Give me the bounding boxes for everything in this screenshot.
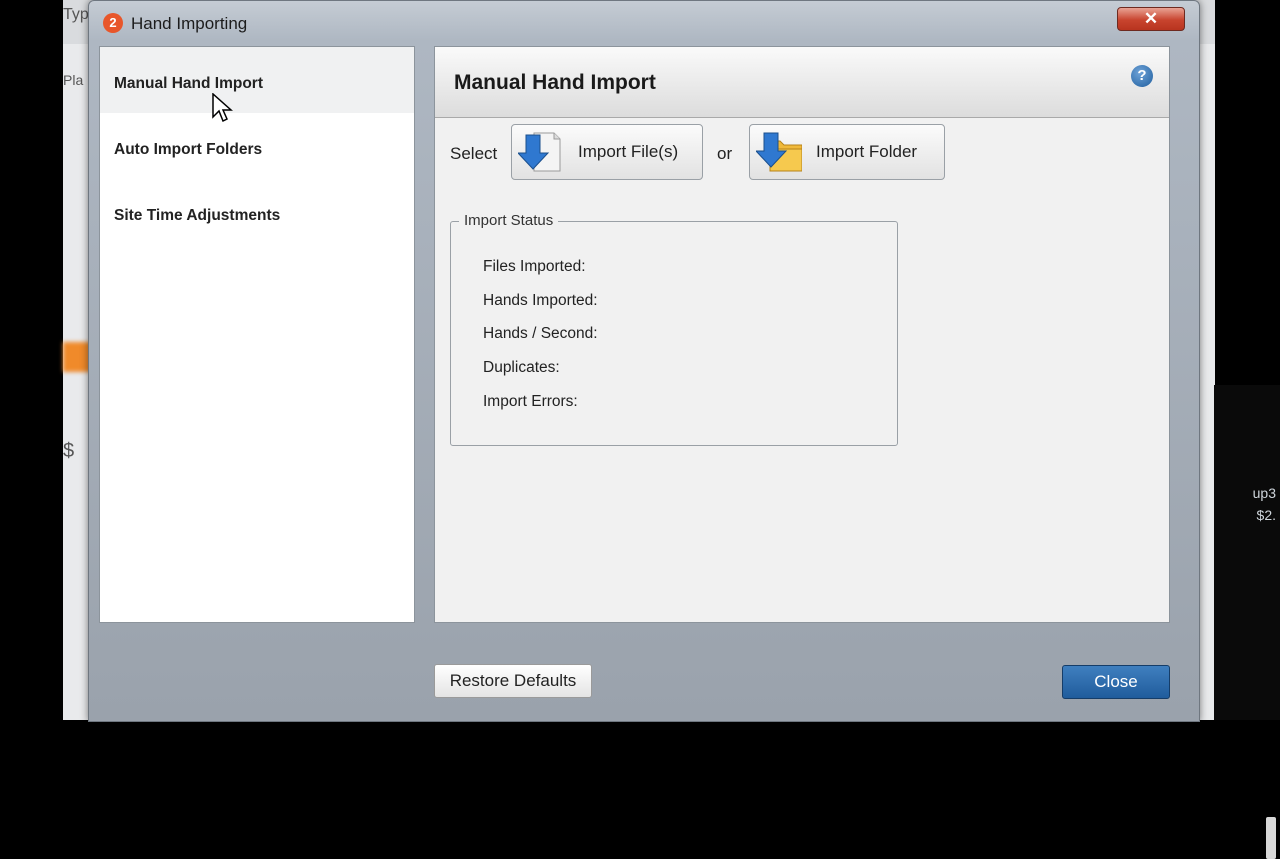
hands-per-second-label: Hands / Second: — [483, 325, 598, 342]
import-files-button[interactable]: Import File(s) — [511, 124, 703, 180]
sidebar-item-auto-import-folders[interactable]: Auto Import Folders — [100, 113, 414, 179]
background-card — [1266, 817, 1276, 859]
help-icon[interactable]: ? — [1131, 65, 1153, 87]
background-text: $2. — [1256, 507, 1276, 523]
files-imported-label: Files Imported: — [483, 258, 586, 275]
sidebar-item-label: Auto Import Folders — [114, 141, 263, 158]
import-status-legend: Import Status — [459, 212, 559, 229]
manual-hand-import-panel: Manual Hand Import ? Select Import File(… — [434, 46, 1170, 623]
page-title: Manual Hand Import — [454, 71, 656, 94]
hand-importing-dialog: 2 Hand Importing ✕ Manual Hand Import Au… — [88, 0, 1200, 722]
background-dark-panel: up3 $2. — [1214, 385, 1280, 859]
restore-defaults-button[interactable]: Restore Defaults — [434, 664, 592, 698]
import-file-icon — [518, 132, 561, 172]
import-files-label: Import File(s) — [578, 142, 679, 161]
background-text: up3 — [1252, 485, 1276, 501]
duplicates-label: Duplicates: — [483, 359, 560, 376]
import-errors-label: Import Errors: — [483, 393, 578, 410]
select-label: Select — [450, 144, 498, 163]
sidebar: Manual Hand Import Auto Import Folders S… — [99, 46, 415, 623]
window-close-button[interactable]: ✕ — [1117, 7, 1185, 31]
sidebar-item-manual-hand-import[interactable]: Manual Hand Import — [100, 47, 414, 113]
app-logo-icon: 2 — [103, 13, 123, 33]
background-text: Typ — [63, 6, 89, 23]
import-folder-label: Import Folder — [816, 142, 918, 161]
background-text: Pla — [63, 72, 84, 88]
dialog-body: Manual Hand Import Auto Import Folders S… — [99, 46, 1185, 623]
import-folder-button[interactable]: Import Folder — [749, 124, 945, 180]
window-title: Hand Importing — [131, 14, 248, 33]
import-folder-icon — [756, 132, 802, 172]
mouse-cursor-icon — [212, 93, 233, 123]
or-label: or — [717, 144, 733, 163]
background-text: $ — [63, 440, 75, 462]
sidebar-item-label: Site Time Adjustments — [114, 207, 281, 224]
close-button[interactable]: Close — [1062, 665, 1170, 699]
sidebar-item-label: Manual Hand Import — [114, 75, 263, 92]
hands-imported-label: Hands Imported: — [483, 292, 598, 309]
panel-header: Manual Hand Import ? — [435, 47, 1169, 118]
import-status-group: Import Status Files Imported: Hands Impo… — [450, 212, 898, 446]
sidebar-item-site-time-adjustments[interactable]: Site Time Adjustments — [100, 179, 414, 245]
background-highlight — [63, 342, 91, 372]
